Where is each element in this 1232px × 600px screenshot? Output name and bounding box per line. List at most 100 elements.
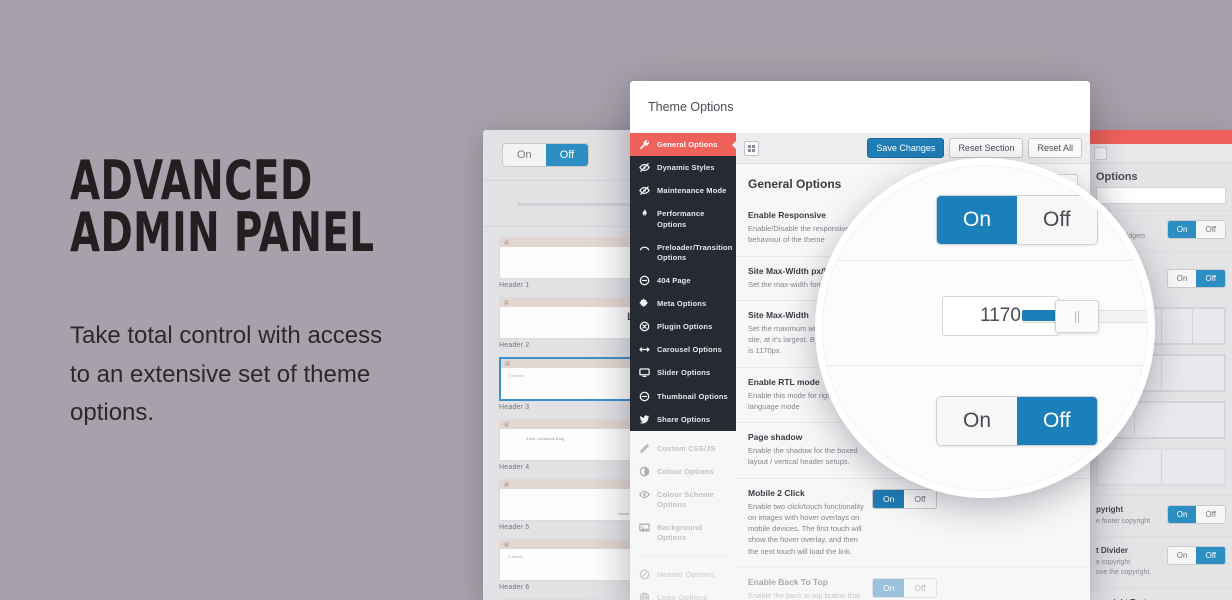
- sidebar-item-label: Share Options: [657, 414, 711, 424]
- right-row-toggle[interactable]: On Off: [1166, 220, 1226, 239]
- sidebar-item-label: Logo Options: [657, 592, 708, 600]
- sidebar-item-background-options[interactable]: Background Options: [630, 516, 736, 549]
- contrast-circle-icon: [639, 466, 650, 477]
- option-name: Enable Back To Top: [748, 576, 828, 587]
- header-number: 3: [505, 361, 510, 366]
- right-row-desc: e footer copyright: [1096, 518, 1151, 526]
- right-row-toggle[interactable]: On Off: [1166, 269, 1226, 289]
- sidebar-item-404-page[interactable]: 404 Page: [630, 269, 736, 292]
- right-row-toggle-on[interactable]: On: [1167, 221, 1197, 238]
- lens-rtl-toggle[interactable]: On Off: [936, 396, 1098, 446]
- right-row-name: t Divider: [1096, 546, 1129, 556]
- right-row-toggle-on[interactable]: On: [1167, 506, 1197, 524]
- wrench-icon: [639, 140, 650, 150]
- sidebar-top-group: General Options Dynamic Styles Maintenance…: [630, 133, 737, 431]
- sidebar-item-label: 404 Page: [657, 275, 691, 285]
- sidebar-item-label: Custom CSS/JS: [657, 443, 716, 453]
- eye-slash-icon: [639, 186, 650, 196]
- sidebar-item-header-options[interactable]: Header Options: [630, 563, 736, 586]
- sidebar-item-carousel-options[interactable]: Carousel Options: [630, 338, 736, 361]
- twitter-bird-icon: [639, 415, 650, 424]
- sidebar-item-label: Header Options: [657, 569, 715, 579]
- sidebar-item-thumbnail-options[interactable]: Thumbnail Options: [630, 385, 736, 408]
- right-panel-grid-icon[interactable]: [1094, 146, 1107, 160]
- sidebar-item-label: Performance Options: [657, 209, 705, 229]
- lens-toggle-off[interactable]: Off: [1017, 196, 1097, 244]
- option-row: Enable Back To Top Enable the back to top…: [736, 566, 1090, 600]
- minus-circle-icon: [639, 391, 650, 401]
- sidebar-item-maintenance-mode[interactable]: Maintenance Mode: [630, 179, 736, 202]
- window-title: Theme Options: [630, 81, 1090, 133]
- header-number: 4: [504, 422, 509, 427]
- sidebar-item-label: Dynamic Styles: [657, 163, 715, 173]
- option-toggle-off[interactable]: Off: [904, 578, 936, 597]
- grid-icon[interactable]: [744, 140, 759, 156]
- save-changes-button[interactable]: Save Changes: [867, 138, 945, 158]
- sidebar-item-preloader-transition-options[interactable]: Preloader/Transition Options: [630, 236, 736, 269]
- lens-toggle2-off[interactable]: Off: [1017, 397, 1097, 445]
- option-toggle[interactable]: OnOff: [872, 577, 937, 598]
- reset-all-button[interactable]: Reset All: [1028, 138, 1082, 158]
- sidebar-item-label: Colour Options: [657, 466, 714, 476]
- sidebar-item-share-options[interactable]: Share Options: [630, 408, 736, 431]
- sidebar-item-colour-options[interactable]: Colour Options: [630, 460, 736, 483]
- lens-slider-knob[interactable]: [1055, 300, 1099, 333]
- rear-toggle-off[interactable]: Off: [545, 144, 589, 166]
- sidebar-item-label: Thumbnail Options: [657, 391, 728, 401]
- right-row-toggle-off[interactable]: Off: [1196, 506, 1225, 524]
- right-panel-accent-bar: [1090, 130, 1232, 144]
- right-row-toggle-on[interactable]: On: [1167, 270, 1197, 288]
- option-toggle-on[interactable]: On: [873, 578, 905, 597]
- eye-icon: [639, 490, 650, 499]
- right-panel-toolbar: [1090, 144, 1232, 163]
- right-row-desc: e copyright ove the copyright.: [1096, 559, 1152, 577]
- header-search: ⚲ search: [509, 374, 524, 378]
- reset-section-button[interactable]: Reset Section: [949, 138, 1024, 158]
- sidebar-item-meta-options[interactable]: Meta Options: [630, 292, 736, 315]
- sidebar-item-label: Preloader/Transition Options: [657, 242, 733, 262]
- lens-responsive-toggle[interactable]: On Off: [936, 195, 1098, 245]
- header-number: 2: [504, 300, 509, 305]
- right-panel-row: pyright e footer copyright On Off: [1090, 495, 1232, 536]
- puzzle-icon: [639, 298, 648, 307]
- globe-icon: [639, 592, 650, 600]
- right-row-toggle-off[interactable]: Off: [1196, 221, 1225, 238]
- lens-toggle2-on[interactable]: On: [937, 397, 1018, 445]
- promo-subtext: Take total control with access to an ext…: [70, 321, 383, 427]
- pencil-icon: [640, 443, 649, 453]
- magnifier-content: On Off 1170 On Off: [822, 165, 1148, 491]
- sidebar-item-colour-scheme-options[interactable]: Colour Scheme Options: [630, 483, 736, 516]
- lens-maxwidth-slider[interactable]: [1022, 300, 1148, 333]
- promo-block: ADVANCED ADMIN PANEL Take total control …: [70, 154, 470, 433]
- lens-toggle-on[interactable]: On: [937, 196, 1018, 244]
- right-row-toggle-off[interactable]: Off: [1196, 270, 1225, 288]
- sidebar-item-slider-options[interactable]: Slider Options: [630, 361, 736, 384]
- right-row-name: pyright: [1096, 505, 1124, 515]
- option-toggle-on[interactable]: On: [873, 489, 905, 508]
- sidebar-item-label: Background Options: [657, 523, 703, 543]
- right-row-toggle[interactable]: On Off: [1166, 505, 1226, 525]
- lens-divider: [822, 365, 1148, 366]
- sidebar-item-performance-options[interactable]: Performance Options: [630, 202, 736, 235]
- sidebar-item-dynamic-styles[interactable]: Dynamic Styles: [630, 156, 736, 179]
- magnifier-lens: On Off 1170 On Off: [815, 158, 1155, 498]
- toolbar-buttons: Save Changes Reset Section Reset All: [867, 138, 1082, 158]
- sidebar-item-logo-options[interactable]: Logo Options: [630, 586, 736, 600]
- arc-icon: [639, 246, 650, 250]
- sidebar-item-plugin-options[interactable]: Plugin Options: [630, 315, 736, 338]
- sidebar-item-label: General Options: [657, 140, 718, 149]
- option-toggle[interactable]: OnOff: [872, 488, 937, 509]
- right-row-toggle-on[interactable]: On: [1167, 547, 1197, 565]
- rear-onoff-toggle[interactable]: On Off: [503, 144, 589, 166]
- option-toggle-off[interactable]: Off: [904, 489, 936, 508]
- monitor-icon: [639, 368, 650, 378]
- right-row-toggle-off[interactable]: Off: [1196, 547, 1225, 565]
- image-icon: [639, 523, 650, 532]
- sidebar-item-general-options[interactable]: General Options: [630, 133, 737, 157]
- rear-toggle-on[interactable]: On: [503, 144, 546, 166]
- sidebar-item-label: Plugin Options: [657, 322, 713, 332]
- right-row-toggle[interactable]: On Off: [1166, 546, 1226, 566]
- sidebar-item-label: Carousel Options: [657, 345, 722, 355]
- sidebar-item-custom-css-js[interactable]: Custom CSS/JS: [630, 437, 736, 460]
- sidebar-item-label: Meta Options: [657, 299, 707, 308]
